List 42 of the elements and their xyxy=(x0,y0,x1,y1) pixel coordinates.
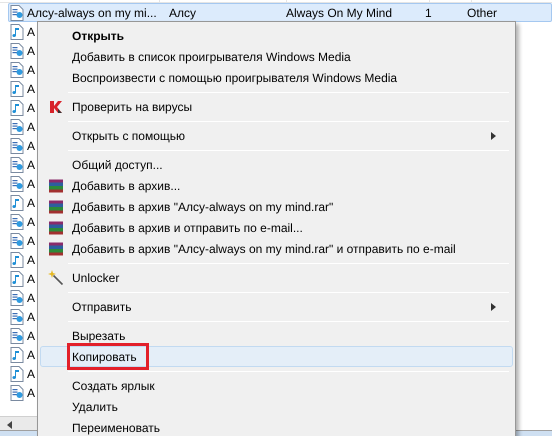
menu-item-label: Добавить в архив "Алсу-always on my mind.rar" и отправить по e-mail xyxy=(71,240,456,258)
menu-item-label: Воспроизвести с помощью проигрывателя Windows Media xyxy=(71,70,398,86)
file-cell-text: А xyxy=(26,176,36,190)
file-cell-text: Алсу xyxy=(168,6,198,20)
menu-item-label: Добавить в архив... xyxy=(71,178,180,194)
file-cell-text: А xyxy=(26,138,36,152)
file-cell-text: Алсу-always on my mi... xyxy=(26,6,158,20)
file-cell-text: А xyxy=(26,100,36,114)
menu-item-label: Добавить в архив и отправить по e-mail... xyxy=(71,220,303,236)
file-cell-text: Other xyxy=(466,6,498,20)
menu-item-label: Открыть с помощью xyxy=(71,128,186,144)
file-cell-text: А xyxy=(26,310,36,324)
menu-item-label: Unlocker xyxy=(71,270,120,286)
file-cell-text: А xyxy=(26,196,36,210)
file-cell-text: А xyxy=(26,272,36,286)
menu-item-label: Открыть xyxy=(71,28,124,44)
file-cell-text: А xyxy=(26,234,36,248)
menu-item-label: Добавить в список проигрывателя Windows Media xyxy=(71,48,351,66)
file-cell-text: А xyxy=(26,62,36,76)
menu-item-label: Вырезать xyxy=(71,328,126,344)
file-cell-text: А xyxy=(26,120,36,134)
file-cell-text: А xyxy=(26,348,36,362)
menu-item-label: Удалить xyxy=(71,398,118,416)
file-cell-text: А xyxy=(26,82,36,96)
menu-item-label: Отправить xyxy=(71,298,132,316)
file-cell-text: А xyxy=(26,24,36,38)
file-cell-text: А xyxy=(26,158,36,172)
file-cell-text: А xyxy=(26,44,36,58)
menu-item-label: Проверить на вирусы xyxy=(71,98,192,116)
file-cell-text: Always On My Mind xyxy=(285,6,394,20)
file-cell-text: А xyxy=(26,252,36,266)
file-cell-text: А xyxy=(26,290,36,304)
menu-item-label: Копировать xyxy=(71,348,137,366)
menu-item-label: Переименовать xyxy=(71,420,160,436)
menu-item-label: Создать ярлык xyxy=(71,378,155,394)
file-cell-text: А xyxy=(26,386,36,400)
menu-item-label: Общий доступ... xyxy=(71,156,163,174)
file-cell-text: А xyxy=(26,366,36,380)
file-cell-text: 1 xyxy=(424,6,433,20)
menu-item-label: Добавить в архив "Алсу-always on my mind.rar" xyxy=(71,198,334,216)
file-cell-text: А xyxy=(26,214,36,228)
file-cell-text: А xyxy=(26,328,36,342)
